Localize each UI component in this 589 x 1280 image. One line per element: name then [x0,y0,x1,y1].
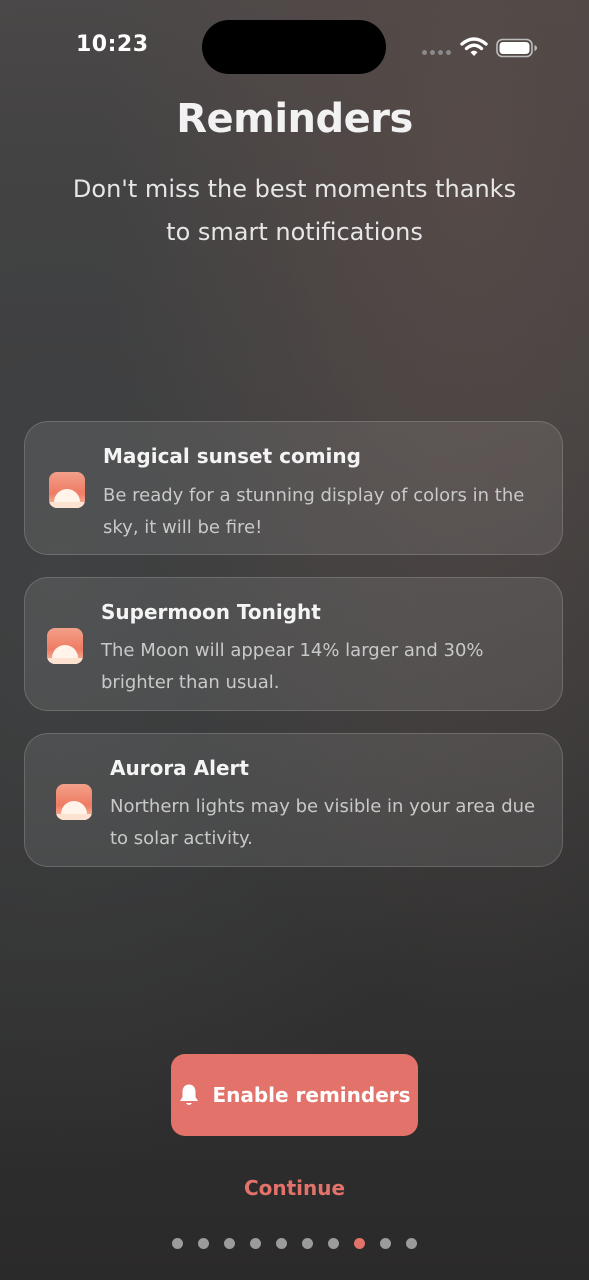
page-dot[interactable] [276,1238,287,1249]
page-dot[interactable] [172,1238,183,1249]
page-dot[interactable] [406,1238,417,1249]
page-dot[interactable] [224,1238,235,1249]
page-dot[interactable] [328,1238,339,1249]
page-indicator [172,1238,432,1252]
page-dot[interactable] [302,1238,313,1249]
sunrise-icon [56,784,92,820]
notification-card: Magical sunset coming Be ready for a stu… [24,421,563,555]
notification-card: Aurora Alert Northern lights may be visi… [24,733,563,867]
sunrise-icon [49,472,85,508]
page-dot[interactable] [380,1238,391,1249]
bell-icon [180,1084,199,1105]
status-bar: 10:23 [0,0,589,96]
dynamic-island [202,20,386,74]
signal-icon [422,50,452,56]
enable-reminders-label: Enable reminders [212,1083,411,1107]
notification-body: Be ready for a stunning display of color… [103,485,525,538]
wifi-icon [460,37,488,56]
page-title: Reminders [176,96,413,142]
continue-button[interactable]: Continue [0,1176,589,1200]
notification-card: Supermoon Tonight The Moon will appear 1… [24,577,563,711]
page-dot[interactable] [250,1238,261,1249]
enable-reminders-button[interactable]: Enable reminders [171,1054,418,1136]
page-subtitle: Don't miss the best moments thanks to sm… [72,175,517,246]
notification-title: Magical sunset coming [103,444,361,468]
status-time: 10:23 [76,32,149,57]
notification-title: Aurora Alert [110,756,249,780]
battery-icon [496,38,537,58]
notification-body: Northern lights may be visible in your a… [110,796,536,849]
notification-body: The Moon will appear 14% larger and 30% … [101,640,484,693]
sunrise-icon [47,628,83,664]
notification-title: Supermoon Tonight [101,600,321,624]
page-dot[interactable] [198,1238,209,1249]
page-dot[interactable] [354,1238,365,1249]
